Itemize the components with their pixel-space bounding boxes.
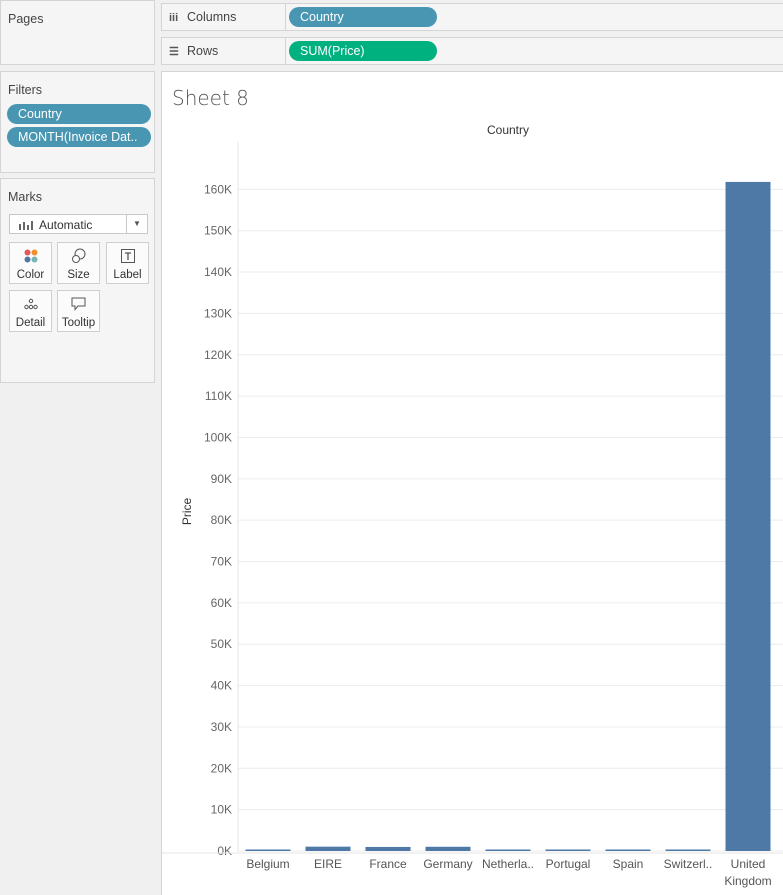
bar-chart[interactable]: 0K 10K 20K 30K 40K 50K 60K 70K 80K 90K 100K 110K 120… [162,72,783,895]
label-button[interactable]: Label [106,242,149,284]
columns-label: Columns [187,10,237,24]
y-axis-title: Price [180,498,194,526]
y-tick-label: 100K [204,430,232,444]
left-empty-area [0,388,155,895]
tooltip-bubble-icon [71,297,86,311]
x-tick-label: United [731,857,766,871]
filters-panel: Filters Country MONTH(Invoice Dat.. [0,71,155,173]
bar [425,846,471,851]
columns-country-pill[interactable]: Country [289,7,437,27]
filter-country-pill[interactable]: Country [7,104,151,124]
filters-title: Filters [8,83,43,97]
y-tick-label: 120K [204,348,232,362]
y-tick-label: 140K [204,265,232,279]
rows-sum-price-pill[interactable]: SUM(Price) [289,41,437,61]
text-label-icon [120,249,135,263]
y-tick-label: 10K [211,803,232,817]
x-tick-label: EIRE [314,857,342,871]
bar [665,849,711,851]
bar [305,846,351,851]
bar [485,849,531,851]
color-button-label: Color [16,269,45,281]
columns-shelf[interactable]: iii Columns Country [161,3,783,31]
label-button-label: Label [113,269,142,281]
y-tick-label: 80K [211,513,232,527]
y-tick-label: 110K [205,389,232,403]
bar [545,849,591,851]
bar [365,846,411,851]
x-tick-label: Switzerl.. [664,857,713,871]
y-tick-label: 30K [211,720,232,734]
pages-title: Pages [8,12,44,26]
x-tick-label: Belgium [246,857,289,871]
x-tick-label: France [369,857,407,871]
pages-panel: Pages [0,0,155,65]
size-button[interactable]: Size [57,242,100,284]
rows-label: Rows [187,44,219,58]
chevron-down-icon[interactable]: ▼ [126,215,147,233]
bar [605,849,651,851]
color-dots-icon [24,249,37,263]
mark-type-value: Automatic [39,218,93,232]
y-tick-label: 50K [211,637,232,651]
marks-title: Marks [8,190,43,204]
columns-shelf-label: iii Columns [162,4,286,30]
bar [245,849,291,851]
worksheet: Sheet 8 Country 0K 10K 20K 30K 40K 50K 60K 70K 8… [161,71,783,895]
y-tick-label: 0K [217,844,232,858]
y-tick-label: 130K [204,306,232,320]
y-tick-label: 150K [204,224,232,238]
marks-panel: Marks Automatic ▼ Color Size Label Detai… [0,178,155,383]
filter-month-pill[interactable]: MONTH(Invoice Dat.. [7,127,151,147]
rows-shelf-label: ☰ Rows [162,38,286,64]
y-tick-label: 20K [211,761,232,775]
color-button[interactable]: Color [9,242,52,284]
mark-type-select[interactable]: Automatic ▼ [9,214,148,234]
detail-button[interactable]: Detail [9,290,52,332]
detail-dots-icon [23,298,38,310]
y-tick-label: 60K [211,596,232,610]
detail-button-label: Detail [15,317,46,329]
x-tick-label: Spain [613,857,644,871]
rows-icon: ☰ [169,46,179,58]
y-tick-label: 70K [211,555,232,569]
y-tick-label: 40K [211,679,232,693]
tooltip-button-label: Tooltip [61,317,96,329]
bar [725,181,771,851]
y-tick-label: 160K [204,182,232,196]
rows-shelf[interactable]: ☰ Rows SUM(Price) [161,37,783,65]
x-tick-label: Germany [423,857,472,871]
x-tick-label: Netherla.. [482,857,534,871]
x-tick-label: Kingdom [724,874,771,888]
columns-icon: iii [169,12,179,24]
x-tick-label: Portugal [546,857,591,871]
size-circles-icon [71,248,85,263]
y-tick-label: 90K [211,472,232,486]
size-button-label: Size [67,269,90,281]
tooltip-button[interactable]: Tooltip [57,290,100,332]
bar-chart-icon [19,221,33,230]
